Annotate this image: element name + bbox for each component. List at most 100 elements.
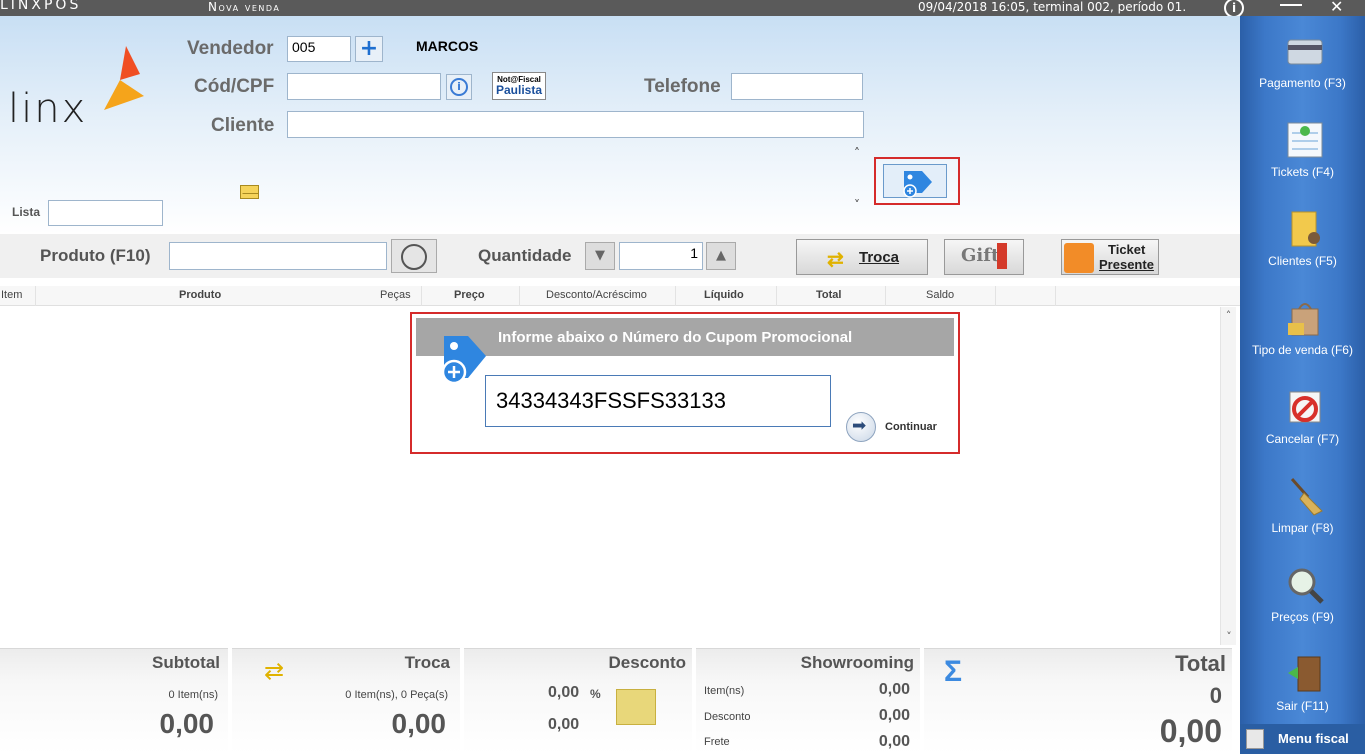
linx-logo: linx [8, 46, 148, 132]
add-vendedor-button[interactable]: + [355, 36, 383, 62]
sidebar-label-tipo-venda: Tipo de venda (F6) [1252, 343, 1353, 357]
sidebar-label-tickets: Tickets (F4) [1271, 165, 1334, 179]
troca-button[interactable]: ⇄ Troca [796, 239, 928, 275]
total-value: 0,00 [1159, 713, 1222, 749]
logo-text: linx [8, 86, 88, 132]
product-bar: Produto (F10) Quantidade ▼ 1 ▲ ⇄ Troca G… [0, 234, 1240, 278]
desconto-percent: 0,00 [548, 684, 580, 701]
close-button[interactable]: ✕ [1330, 0, 1343, 16]
plus-icon: + [359, 36, 379, 61]
items-table-scrollbar[interactable]: ˄ ˅ [1220, 307, 1236, 645]
shopping-bag-icon [1288, 303, 1319, 336]
sidebar-label-clientes: Clientes (F5) [1268, 254, 1337, 268]
produto-search-button[interactable] [391, 239, 437, 273]
vendedor-label: Vendedor [187, 38, 274, 59]
cliente-input[interactable] [287, 111, 864, 138]
showrooming-desconto-label: Desconto [704, 711, 751, 723]
quantidade-label: Quantidade [478, 246, 572, 265]
continue-label: Continuar [885, 421, 937, 433]
cpf-input[interactable] [287, 73, 441, 100]
col-liquido: Líquido [704, 289, 744, 301]
ticket-presente-button[interactable]: Ticket Presente [1061, 239, 1159, 275]
cliente-label: Cliente [211, 115, 275, 136]
sidebar-label-sair: Sair (F11) [1276, 699, 1329, 713]
sidebar-item-precos[interactable]: Preços (F9) [1240, 564, 1365, 650]
col-produto: Produto [179, 289, 222, 301]
subtotal-items: 0 Item(ns) [168, 689, 218, 701]
ticket-presente-line1: Ticket [1108, 242, 1146, 257]
coupon-dialog: Informe abaixo o Número do Cupom Promoci… [410, 312, 960, 454]
troca-items: 0 Item(ns), 0 Peça(s) [345, 689, 448, 701]
produto-input[interactable] [169, 242, 387, 270]
scroll-up-icon[interactable]: ˄ [850, 146, 864, 160]
troca-label: Troca [859, 249, 900, 266]
nota-fiscal-paulista-logo[interactable]: Not@Fiscal Paulista [492, 72, 546, 100]
vendedor-name: MARCOS [416, 38, 479, 54]
quantidade-input[interactable]: 1 [619, 242, 703, 270]
scroll-down-icon[interactable]: ˅ [850, 198, 864, 212]
coupon-code-input[interactable]: 34334343FSSFS33133 [485, 375, 831, 427]
desconto-panel: Desconto 0,00 % 0,00 [464, 648, 692, 754]
gift-card-button[interactable]: Gift [944, 239, 1024, 275]
window-title: Nova venda [208, 0, 281, 14]
quantity-decrease-button[interactable]: ▼ [585, 242, 615, 270]
sidebar-label-cancelar: Cancelar (F7) [1265, 432, 1340, 446]
price-magnifier-icon [1288, 568, 1324, 604]
sidebar-item-limpar[interactable]: Limpar (F8) [1240, 475, 1365, 561]
scroll-up-icon[interactable]: ˄ [1221, 309, 1236, 322]
percent-sign: % [590, 687, 601, 701]
sigma-icon: Σ [944, 655, 963, 688]
nfp-line2: Paulista [495, 83, 543, 97]
subtotal-value: 0,00 [159, 708, 215, 739]
sidebar-label-pagamento: Pagamento (F3) [1259, 76, 1346, 90]
vendedor-input[interactable]: 005 [287, 36, 351, 62]
sidebar-item-pagamento[interactable]: Pagamento (F3) [1240, 30, 1365, 116]
showrooming-itens-label: Item(ns) [704, 685, 745, 697]
menu-fiscal-button[interactable]: Menu fiscal [1240, 724, 1365, 754]
clients-folder-icon [1291, 211, 1320, 247]
exchange-arrows-icon: ⇄ [827, 249, 844, 271]
header-scrollbar[interactable]: ˄ ˅ [850, 146, 864, 218]
coupon-dialog-header: Informe abaixo o Número do Cupom Promoci… [416, 318, 954, 356]
add-coupon-button[interactable] [883, 164, 947, 198]
sidebar-label-precos: Preços (F9) [1271, 610, 1334, 624]
col-pecas: Peças [380, 289, 411, 301]
quantity-increase-button[interactable]: ▲ [706, 242, 736, 270]
subtotal-panel: Subtotal 0 Item(ns) 0,00 [0, 648, 228, 754]
col-saldo: Saldo [926, 289, 955, 301]
continue-button[interactable]: Continuar [846, 412, 946, 444]
exchange-arrows-icon: ⇄ [264, 658, 285, 685]
mail-icon[interactable] [240, 185, 259, 199]
sidebar-item-clientes[interactable]: Clientes (F5) [1240, 208, 1365, 294]
tickets-icon [1287, 122, 1323, 158]
gift-box-icon [1064, 243, 1094, 273]
scroll-down-icon[interactable]: ˅ [1221, 630, 1237, 643]
sidebar-item-cancelar[interactable]: Cancelar (F7) [1240, 386, 1365, 472]
showrooming-frete-value: 0,00 [878, 733, 910, 750]
menu-fiscal-label: Menu fiscal [1278, 731, 1349, 746]
showrooming-panel: Showrooming Item(ns) 0,00 Desconto 0,00 … [696, 648, 920, 754]
cpf-label: Cód/CPF [194, 76, 275, 97]
chevron-down-icon: ▼ [595, 248, 605, 263]
lista-input[interactable] [48, 200, 163, 226]
minimize-button[interactable] [1280, 2, 1302, 6]
sidebar-item-tipo-venda[interactable]: Tipo de venda (F6) [1240, 297, 1365, 383]
col-preco: Preço [454, 289, 485, 301]
troca-panel: ⇄ Troca 0 Item(ns), 0 Peça(s) 0,00 [232, 648, 460, 754]
broom-icon [1290, 478, 1323, 516]
exit-door-icon [1288, 656, 1321, 692]
session-status: 09/04/2018 16:05, terminal 002, período … [918, 0, 1187, 14]
sidebar-item-tickets[interactable]: Tickets (F4) [1240, 119, 1365, 205]
ticket-presente-line2: Presente [1099, 257, 1154, 272]
total-panel: Σ Total 0 0,00 [924, 648, 1232, 754]
telefone-input[interactable] [731, 73, 863, 100]
info-circle-icon: i [450, 78, 468, 96]
items-table-header: Item Produto Peças Preço Desconto/Acrésc… [0, 286, 1240, 306]
discount-icon[interactable] [616, 689, 656, 725]
subtotal-title: Subtotal [152, 653, 220, 672]
gift-card-arrow-icon [997, 243, 1007, 269]
search-icon [401, 244, 427, 270]
col-total: Total [816, 289, 842, 301]
cpf-info-button[interactable]: i [446, 74, 472, 100]
col-item: Item [1, 289, 23, 301]
